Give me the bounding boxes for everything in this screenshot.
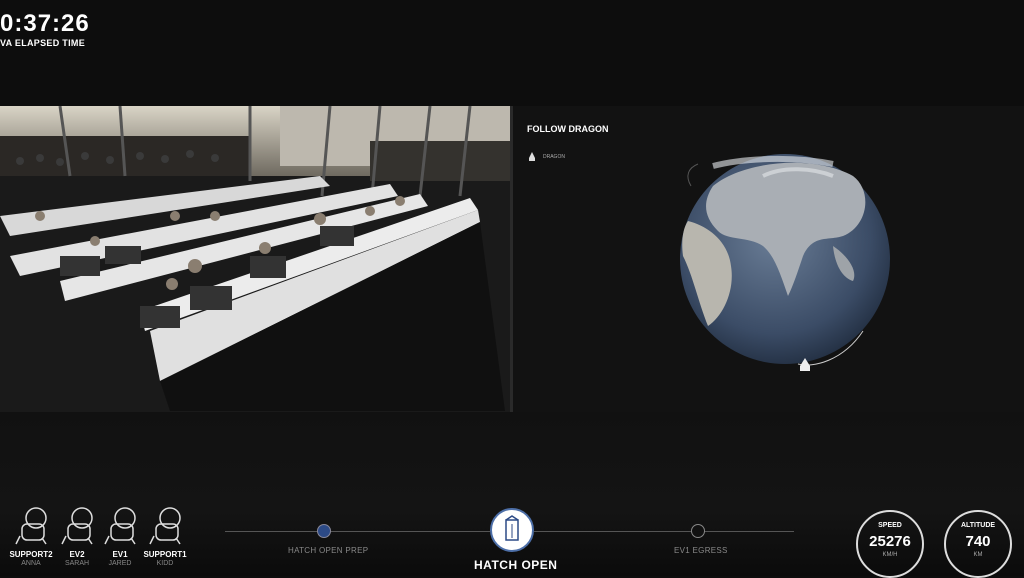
speed-gauge: SPEED 25276 KM/H — [856, 510, 924, 578]
timeline-track-right — [534, 531, 794, 532]
earth-globe — [680, 154, 890, 366]
altitude-value: 740 — [965, 533, 991, 550]
astronaut-suit-icon — [8, 506, 54, 548]
follow-dragon-panel: FOLLOW DRAGON DRAGON — [513, 106, 1024, 412]
crew-name: SARAH — [64, 560, 90, 567]
crew-name: JARED — [108, 560, 132, 567]
crew-role: SUPPORT1 — [143, 550, 187, 559]
timeline-step-current — [490, 508, 534, 552]
speed-unit: KM/H — [882, 552, 898, 558]
elapsed-time-value: 0:37:26 — [0, 10, 90, 37]
astronaut-suit-icon — [142, 506, 188, 548]
crew-role: EV2 — [69, 550, 85, 559]
crew-role: SUPPORT2 — [9, 550, 53, 559]
crew-name: ANNA — [21, 560, 41, 567]
crew-ev1: EV1 JARED — [97, 506, 143, 567]
crew-name: KIDD — [156, 560, 174, 567]
dragon-position-icon — [800, 358, 810, 376]
crew-role: EV1 — [112, 550, 128, 559]
astronaut-suit-icon — [54, 506, 100, 548]
mission-control-image — [0, 106, 510, 412]
hatch-icon — [492, 515, 532, 554]
altitude-gauge: ALTITUDE 740 KM — [944, 510, 1012, 578]
astronaut-suit-icon — [97, 506, 143, 548]
timeline-step-next — [691, 524, 705, 538]
speed-label: SPEED — [878, 522, 902, 529]
timeline-track-left — [225, 531, 490, 532]
speed-value: 25276 — [869, 533, 911, 550]
video-feed-mission-control — [0, 106, 510, 412]
timeline-label-current: HATCH OPEN — [474, 558, 558, 572]
timeline-step-previous — [317, 524, 331, 538]
crew-support2: SUPPORT2 ANNA — [8, 506, 54, 567]
crew-ev2: EV2 SARAH — [54, 506, 100, 567]
timeline-label-previous: HATCH OPEN PREP — [288, 546, 369, 555]
crew-support1: SUPPORT1 KIDD — [142, 506, 188, 567]
altitude-label: ALTITUDE — [960, 522, 996, 529]
elapsed-timer: 0:37:26 VA ELAPSED TIME — [0, 10, 90, 49]
timeline-label-next: EV1 EGRESS — [674, 546, 728, 555]
altitude-unit: KM — [973, 552, 983, 558]
elapsed-time-label: VA ELAPSED TIME — [0, 38, 86, 48]
